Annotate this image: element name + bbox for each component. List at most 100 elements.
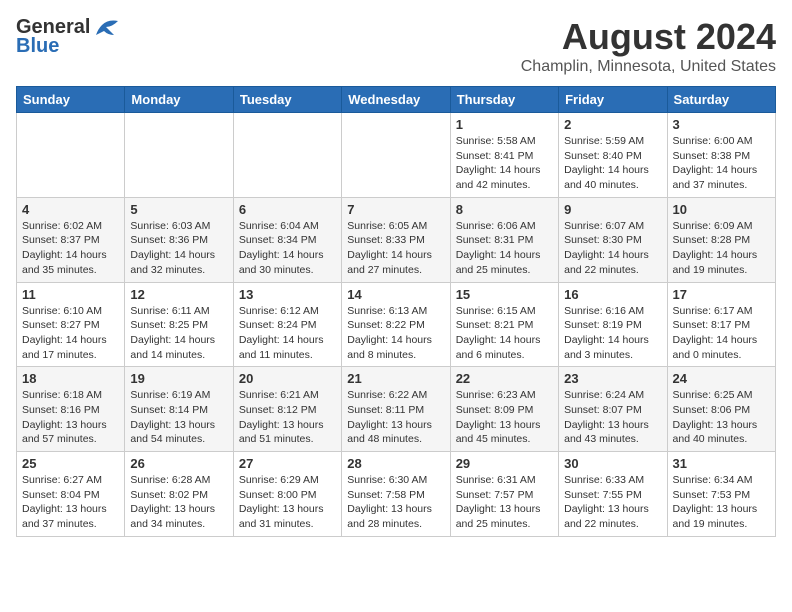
calendar-day-cell [233, 113, 341, 198]
calendar-day-cell: 25Sunrise: 6:27 AM Sunset: 8:04 PM Dayli… [17, 452, 125, 537]
day-info: Sunrise: 6:02 AM Sunset: 8:37 PM Dayligh… [22, 219, 119, 278]
day-number: 16 [564, 287, 661, 302]
calendar-header-row: SundayMondayTuesdayWednesdayThursdayFrid… [17, 87, 776, 113]
day-number: 30 [564, 456, 661, 471]
day-info: Sunrise: 6:04 AM Sunset: 8:34 PM Dayligh… [239, 219, 336, 278]
day-info: Sunrise: 6:10 AM Sunset: 8:27 PM Dayligh… [22, 304, 119, 363]
day-number: 26 [130, 456, 227, 471]
day-number: 27 [239, 456, 336, 471]
day-info: Sunrise: 6:05 AM Sunset: 8:33 PM Dayligh… [347, 219, 444, 278]
calendar-day-cell: 28Sunrise: 6:30 AM Sunset: 7:58 PM Dayli… [342, 452, 450, 537]
calendar-week-row: 4 Sunrise: 6:02 AM Sunset: 8:37 PM Daylig… [17, 197, 776, 282]
month-year: August 2024 [521, 16, 776, 58]
day-info: Sunrise: 6:34 AM Sunset: 7:53 PM Dayligh… [673, 473, 770, 532]
day-number: 4 [22, 202, 119, 217]
day-info: Sunrise: 6:06 AM Sunset: 8:31 PM Dayligh… [456, 219, 553, 278]
day-info: Sunrise: 6:18 AM Sunset: 8:16 PM Dayligh… [22, 388, 119, 447]
day-number: 23 [564, 371, 661, 386]
calendar-day-cell: 1 Sunrise: 5:58 AM Sunset: 8:41 PM Daylig… [450, 113, 558, 198]
calendar-week-row: 1 Sunrise: 5:58 AM Sunset: 8:41 PM Daylig… [17, 113, 776, 198]
day-info: Sunrise: 6:03 AM Sunset: 8:36 PM Dayligh… [130, 219, 227, 278]
weekday-header: Thursday [450, 87, 558, 113]
weekday-header: Wednesday [342, 87, 450, 113]
day-number: 6 [239, 202, 336, 217]
day-info: Sunrise: 6:23 AM Sunset: 8:09 PM Dayligh… [456, 388, 553, 447]
day-number: 31 [673, 456, 770, 471]
day-info: Sunrise: 6:07 AM Sunset: 8:30 PM Dayligh… [564, 219, 661, 278]
calendar-day-cell: 26 Sunrise: 6:28 AM Sunset: 8:02 PM Dayli… [125, 452, 233, 537]
calendar-day-cell: 15Sunrise: 6:15 AM Sunset: 8:21 PM Dayli… [450, 282, 558, 367]
day-info: Sunrise: 6:29 AM Sunset: 8:00 PM Dayligh… [239, 473, 336, 532]
calendar-day-cell: 2 Sunrise: 5:59 AM Sunset: 8:40 PM Daylig… [559, 113, 667, 198]
calendar-day-cell: 29 Sunrise: 6:31 AM Sunset: 7:57 PM Dayli… [450, 452, 558, 537]
logo: General Blue [16, 16, 120, 58]
day-number: 14 [347, 287, 444, 302]
calendar-day-cell: 19 Sunrise: 6:19 AM Sunset: 8:14 PM Dayli… [125, 367, 233, 452]
weekday-header: Sunday [17, 87, 125, 113]
day-number: 5 [130, 202, 227, 217]
calendar-day-cell: 13Sunrise: 6:12 AM Sunset: 8:24 PM Dayli… [233, 282, 341, 367]
day-number: 24 [673, 371, 770, 386]
day-info: Sunrise: 5:59 AM Sunset: 8:40 PM Dayligh… [564, 134, 661, 193]
calendar-week-row: 11 Sunrise: 6:10 AM Sunset: 8:27 PM Dayli… [17, 282, 776, 367]
day-number: 18 [22, 371, 119, 386]
day-info: Sunrise: 5:58 AM Sunset: 8:41 PM Dayligh… [456, 134, 553, 193]
day-number: 29 [456, 456, 553, 471]
day-info: Sunrise: 6:13 AM Sunset: 8:22 PM Dayligh… [347, 304, 444, 363]
day-number: 10 [673, 202, 770, 217]
day-info: Sunrise: 6:25 AM Sunset: 8:06 PM Dayligh… [673, 388, 770, 447]
day-number: 7 [347, 202, 444, 217]
day-info: Sunrise: 6:17 AM Sunset: 8:17 PM Dayligh… [673, 304, 770, 363]
calendar-day-cell: 24 Sunrise: 6:25 AM Sunset: 8:06 PM Dayli… [667, 367, 775, 452]
day-number: 2 [564, 117, 661, 132]
day-info: Sunrise: 6:22 AM Sunset: 8:11 PM Dayligh… [347, 388, 444, 447]
calendar-day-cell [125, 113, 233, 198]
calendar-day-cell: 30 Sunrise: 6:33 AM Sunset: 7:55 PM Dayli… [559, 452, 667, 537]
day-info: Sunrise: 6:09 AM Sunset: 8:28 PM Dayligh… [673, 219, 770, 278]
calendar-day-cell [17, 113, 125, 198]
calendar-day-cell: 17Sunrise: 6:17 AM Sunset: 8:17 PM Dayli… [667, 282, 775, 367]
weekday-header: Saturday [667, 87, 775, 113]
calendar-day-cell: 12Sunrise: 6:11 AM Sunset: 8:25 PM Dayli… [125, 282, 233, 367]
location: Champlin, Minnesota, United States [521, 58, 776, 76]
day-info: Sunrise: 6:31 AM Sunset: 7:57 PM Dayligh… [456, 473, 553, 532]
calendar-day-cell: 23 Sunrise: 6:24 AM Sunset: 8:07 PM Dayli… [559, 367, 667, 452]
day-info: Sunrise: 6:30 AM Sunset: 7:58 PM Dayligh… [347, 473, 444, 532]
calendar-week-row: 25Sunrise: 6:27 AM Sunset: 8:04 PM Dayli… [17, 452, 776, 537]
day-number: 22 [456, 371, 553, 386]
calendar-day-cell: 4 Sunrise: 6:02 AM Sunset: 8:37 PM Daylig… [17, 197, 125, 282]
day-number: 3 [673, 117, 770, 132]
day-number: 20 [239, 371, 336, 386]
day-number: 21 [347, 371, 444, 386]
day-info: Sunrise: 6:33 AM Sunset: 7:55 PM Dayligh… [564, 473, 661, 532]
day-info: Sunrise: 6:00 AM Sunset: 8:38 PM Dayligh… [673, 134, 770, 193]
calendar-day-cell: 11 Sunrise: 6:10 AM Sunset: 8:27 PM Dayli… [17, 282, 125, 367]
day-info: Sunrise: 6:21 AM Sunset: 8:12 PM Dayligh… [239, 388, 336, 447]
calendar-day-cell: 27 Sunrise: 6:29 AM Sunset: 8:00 PM Dayli… [233, 452, 341, 537]
calendar-day-cell: 6 Sunrise: 6:04 AM Sunset: 8:34 PM Daylig… [233, 197, 341, 282]
day-number: 15 [456, 287, 553, 302]
day-info: Sunrise: 6:16 AM Sunset: 8:19 PM Dayligh… [564, 304, 661, 363]
calendar-day-cell: 10 Sunrise: 6:09 AM Sunset: 8:28 PM Dayli… [667, 197, 775, 282]
weekday-header: Tuesday [233, 87, 341, 113]
calendar-day-cell [342, 113, 450, 198]
day-info: Sunrise: 6:19 AM Sunset: 8:14 PM Dayligh… [130, 388, 227, 447]
title-area: August 2024 Champlin, Minnesota, United … [521, 16, 776, 76]
calendar-day-cell: 22 Sunrise: 6:23 AM Sunset: 8:09 PM Dayli… [450, 367, 558, 452]
logo-blue-text: Blue [16, 35, 59, 58]
day-info: Sunrise: 6:28 AM Sunset: 8:02 PM Dayligh… [130, 473, 227, 532]
calendar-week-row: 18 Sunrise: 6:18 AM Sunset: 8:16 PM Dayli… [17, 367, 776, 452]
calendar-day-cell: 16 Sunrise: 6:16 AM Sunset: 8:19 PM Dayli… [559, 282, 667, 367]
weekday-header: Friday [559, 87, 667, 113]
weekday-header: Monday [125, 87, 233, 113]
day-number: 8 [456, 202, 553, 217]
day-number: 11 [22, 287, 119, 302]
calendar-table: SundayMondayTuesdayWednesdayThursdayFrid… [16, 86, 776, 537]
calendar-day-cell: 3 Sunrise: 6:00 AM Sunset: 8:38 PM Daylig… [667, 113, 775, 198]
day-info: Sunrise: 6:24 AM Sunset: 8:07 PM Dayligh… [564, 388, 661, 447]
day-number: 1 [456, 117, 553, 132]
day-number: 19 [130, 371, 227, 386]
day-info: Sunrise: 6:12 AM Sunset: 8:24 PM Dayligh… [239, 304, 336, 363]
calendar-day-cell: 20 Sunrise: 6:21 AM Sunset: 8:12 PM Dayli… [233, 367, 341, 452]
logo-bird-icon [92, 17, 120, 39]
